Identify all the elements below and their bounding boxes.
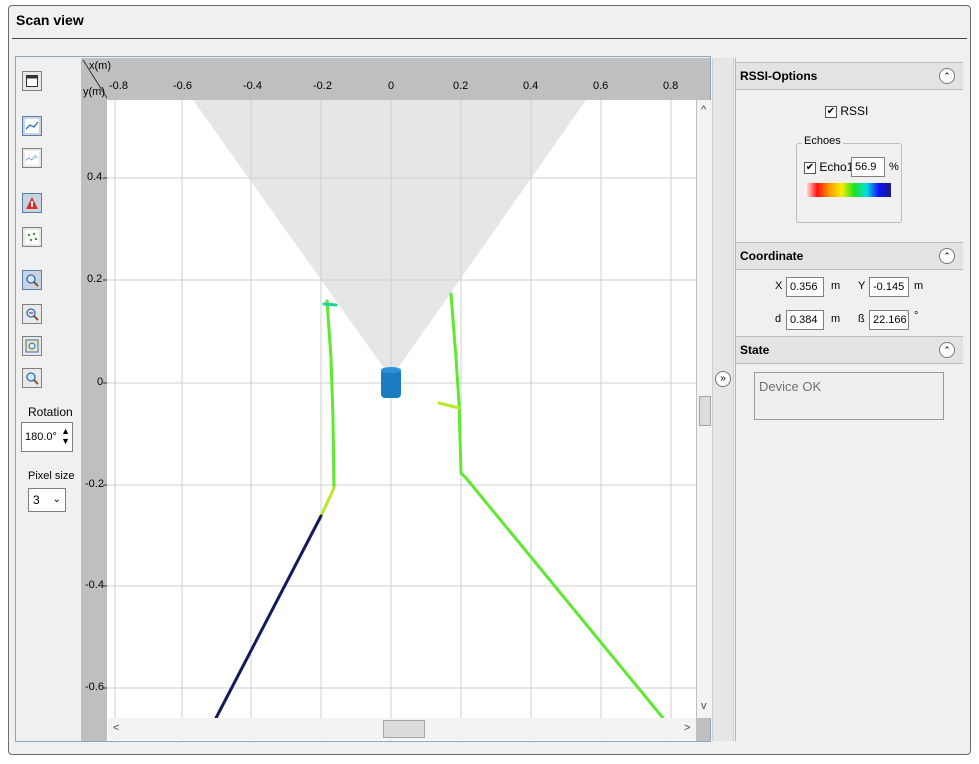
zoom-in-icon[interactable]	[22, 270, 42, 290]
scroll-right-icon[interactable]: >	[684, 722, 690, 734]
title-divider	[12, 38, 967, 39]
zoom-fit-icon[interactable]	[22, 336, 42, 356]
rotation-spinbox[interactable]: 180.0° ▲ ▼	[21, 422, 73, 452]
echo1-value-field[interactable]: 56.9	[851, 157, 885, 177]
pixel-size-label: Pixel size	[28, 470, 75, 482]
coord-beta-label: ß	[858, 313, 865, 325]
echo1-label: Echo1	[819, 160, 854, 174]
x-axis-label: x(m)	[89, 60, 111, 72]
coord-x-field[interactable]: 0.356	[786, 277, 824, 297]
scroll-left-icon[interactable]: <	[113, 722, 119, 734]
x-tick: -0.8	[109, 80, 128, 92]
rssi-options-title: RSSI-Options	[740, 69, 818, 83]
coordinate-title: Coordinate	[740, 249, 804, 263]
rotation-value: 180.0°	[25, 431, 57, 443]
coord-x-label: X	[775, 280, 783, 292]
x-tick: 0.6	[593, 80, 609, 92]
y-tick: -0.6	[85, 681, 104, 693]
pixel-size-select[interactable]: 3 ⌄	[28, 488, 66, 512]
x-tick: 0.2	[453, 80, 469, 92]
coordinate-header[interactable]: Coordinate ⌃	[736, 242, 963, 270]
coord-d-field[interactable]: 0.384	[786, 310, 824, 330]
coord-y-unit: m	[914, 280, 924, 292]
panel-splitter[interactable]	[712, 58, 734, 741]
rssi-checkbox[interactable]: ✔	[825, 105, 837, 118]
coord-y-label: Y	[858, 280, 866, 292]
rssi-view-icon[interactable]	[22, 193, 42, 213]
scan-plot[interactable]: x(m) y(m) -0.8 -0.6 -0.4 -0.2 0 0.2 0.4 …	[81, 58, 710, 741]
x-tick: 0.4	[523, 80, 539, 92]
coord-beta-unit: °	[914, 310, 919, 322]
y-tick: -0.4	[85, 579, 104, 591]
collapse-icon[interactable]: ⌃	[939, 68, 955, 84]
zoom-reset-icon[interactable]	[22, 368, 42, 388]
dots-view-icon[interactable]	[22, 227, 42, 247]
coord-d-label: d	[775, 313, 782, 325]
echo1-checkbox-row[interactable]: ✔ Echo1	[804, 160, 853, 174]
coord-y-field[interactable]: -0.145	[869, 277, 909, 297]
line-chart-icon[interactable]	[22, 116, 42, 136]
y-tick: 0.2	[87, 273, 103, 285]
x-tick: 0.8	[663, 80, 679, 92]
y-axis-label: y(m)	[83, 86, 105, 98]
rssi-label: RSSI	[840, 104, 869, 118]
x-tick: 0	[388, 80, 395, 92]
y-tick: 0	[97, 376, 104, 388]
zoom-out-icon[interactable]	[22, 304, 42, 324]
expand-panel-button[interactable]: »	[715, 371, 731, 387]
rssi-checkbox-row[interactable]: ✔ RSSI	[825, 104, 868, 118]
state-display: Device OK	[754, 372, 944, 420]
scroll-up-icon[interactable]: ^	[701, 104, 706, 116]
coord-x-unit: m	[831, 280, 841, 292]
x-tick: -0.4	[243, 80, 262, 92]
window-icon[interactable]	[22, 71, 42, 91]
echoes-group-label: Echoes	[802, 135, 843, 147]
echo1-checkbox[interactable]: ✔	[804, 161, 816, 174]
rssi-options-header[interactable]: RSSI-Options ⌃	[736, 62, 963, 90]
scatter-chart-icon[interactable]	[22, 148, 42, 168]
state-header[interactable]: State ⌃	[736, 336, 963, 364]
scroll-down-icon[interactable]: v	[701, 700, 707, 712]
state-text: Device OK	[759, 379, 822, 394]
coord-beta-field[interactable]: 22.166	[869, 310, 909, 330]
rotation-label: Rotation	[28, 405, 73, 419]
coord-d-unit: m	[831, 313, 841, 325]
rssi-color-scale	[805, 183, 891, 197]
window-title: Scan view	[16, 12, 84, 28]
x-tick: -0.2	[313, 80, 332, 92]
spin-arrows-icon[interactable]: ▲ ▼	[61, 426, 70, 446]
collapse-icon[interactable]: ⌃	[939, 342, 955, 358]
echo1-unit: %	[889, 161, 899, 173]
collapse-icon[interactable]: ⌃	[939, 248, 955, 264]
pixel-size-value: 3	[33, 493, 40, 507]
y-tick: -0.2	[85, 478, 104, 490]
chevron-down-icon: ⌄	[52, 494, 61, 505]
horizontal-scroll-thumb[interactable]	[383, 720, 425, 738]
state-title: State	[740, 343, 770, 357]
x-tick: -0.6	[173, 80, 192, 92]
y-tick: 0.4	[87, 171, 103, 183]
vertical-scroll-thumb[interactable]	[699, 396, 711, 426]
